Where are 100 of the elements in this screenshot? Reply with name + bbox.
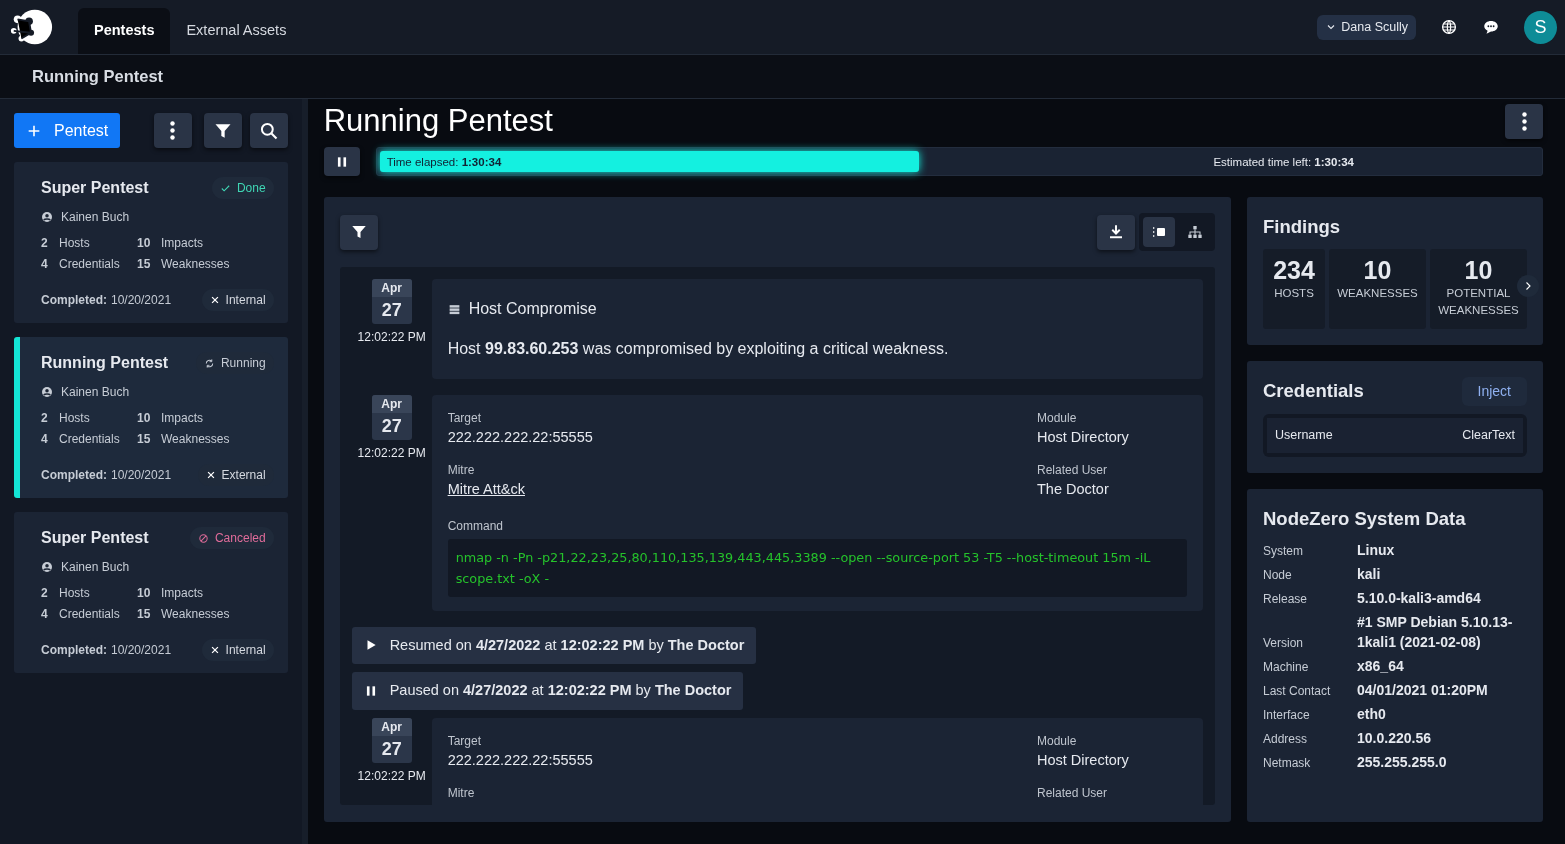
date-day: 27 [371,736,412,763]
owner-name: Kainen Buch [61,384,130,401]
panel-title: Findings [1263,215,1342,239]
count: 2 [41,410,49,427]
search-icon [258,120,279,141]
count: 4 [41,431,49,448]
inject-button[interactable]: Inject [1461,376,1527,406]
event-time: 12:02:22 PM [357,768,426,785]
owner-name: Kainen Buch [61,209,130,226]
server-icon [447,302,461,316]
cross-icon [209,645,220,655]
field-label: Command [447,517,504,535]
field-label: Target [447,410,482,427]
pentest-card[interactable]: Super Pentest Canceled Kainen Buch 2 Hosts 10 Impacts 4 Credentials 15 Weaknesses Completed: 10/20/2021 Internal [14,512,288,673]
stat-label: HOSTS [1273,285,1315,301]
cross-icon [205,470,216,480]
count-label: Hosts [59,235,90,252]
scope-chip: Internal [201,639,274,661]
stat-label: WEAKNESSES [1336,285,1419,301]
data-label: Interface [1263,707,1311,725]
pentest-card[interactable]: Running Pentest Running Kainen Buch 2 Hosts 10 Impacts 4 Credentials 15 Weaknesses Completed: 10/20/2021 External [14,337,288,498]
count: 4 [41,606,49,623]
completed-date: 10/20/2021 [111,292,172,309]
field-value: The Doctor [1037,479,1110,499]
avatar[interactable]: S [1524,10,1557,44]
data-label: Last Contact [1263,683,1332,701]
filter-button[interactable] [339,214,378,250]
count-label: Hosts [59,410,90,427]
field-value: 222.222.222.22:55555 [447,428,594,447]
pause-button[interactable] [323,147,360,176]
new-pentest-button[interactable]: Pentest [14,113,121,148]
mitre-link[interactable]: Mitre Att&ck [447,478,525,501]
more-button[interactable] [1505,103,1543,139]
date-month: Apr [371,279,412,297]
count-label: Weaknesses [161,431,230,448]
field-label: Module [1037,733,1078,750]
event-title: Host Compromise [468,299,597,319]
field-value: 222.222.222.22:55555 [447,751,594,770]
count-label: Credentials [59,256,120,273]
count: 4 [41,256,49,273]
ban-icon [197,532,209,544]
time-left: Estimated time left: 1:30:34 [1213,155,1354,170]
stat-value: 10 [1362,254,1393,285]
field-label: Target [447,733,482,750]
event-time: 12:02:22 PM [357,329,426,346]
count-label: Weaknesses [161,256,230,273]
download-icon [1107,223,1125,241]
field-label: Module [1037,410,1078,427]
data-label: Netmask [1263,755,1312,773]
stat-value: 234 [1272,254,1316,285]
pentest-title: Super Pentest [41,178,149,198]
user-icon [41,386,53,398]
data-value: 10.0.220.56 [1357,729,1432,749]
data-value: 04/01/2021 01:20PM [1357,681,1489,701]
field-value: Host Directory [1037,428,1130,447]
user-dropdown[interactable]: Dana Scully [1317,14,1416,40]
tree-icon [1187,224,1203,240]
count: 2 [41,585,49,602]
data-value: 255.255.255.0 [1357,753,1448,773]
count-label: Credentials [59,431,120,448]
list-view-button[interactable] [1143,217,1175,247]
nav-tab[interactable]: External Assets [170,8,303,54]
search-button[interactable] [249,113,288,148]
chat-icon[interactable] [1482,18,1500,36]
status-banner: Resumed on 4/27/2022 at 12:02:22 PM by The Doctor [351,626,757,665]
count-label: Weaknesses [161,606,230,623]
data-label: System [1263,543,1304,561]
data-label: Machine [1263,659,1310,677]
more-button[interactable] [153,113,192,148]
download-button[interactable] [1097,214,1135,250]
count: 15 [137,606,152,623]
command-text: nmap -n -Pn -p21,22,23,25,80,110,135,139,443,445,3389 --open --source-port 53 -T5 --host-timeout 15m -iL scope.txt -oX - [447,538,1187,597]
count-label: Impacts [161,410,203,427]
status-chip: Done [211,177,274,199]
completed-label: Completed: [41,292,107,309]
completed-date: 10/20/2021 [111,467,172,484]
completed-label: Completed: [41,642,107,659]
next-button[interactable] [1517,274,1539,297]
pentest-title: Super Pentest [41,528,149,548]
count: 10 [137,235,152,252]
pentest-card[interactable]: Super Pentest Done Kainen Buch 2 Hosts 10 Impacts 4 Credentials 15 Weaknesses Completed: 10/20/2021 Internal [14,162,288,323]
count-label: Credentials [59,606,120,623]
filter-button[interactable] [203,113,242,148]
user-icon [41,561,53,573]
date-month: Apr [371,718,412,736]
data-value: Linux [1357,541,1396,561]
completed-label: Completed: [41,467,107,484]
column-header: ClearText [1462,426,1515,444]
page-heading: Running Pentest [323,102,553,140]
count: 2 [41,235,49,252]
count-label: Impacts [161,585,203,602]
nav-tab[interactable]: Pentests [78,8,171,54]
refresh-icon [203,357,215,369]
globe-icon[interactable] [1440,18,1458,36]
user-icon [41,211,53,223]
pentest-title: Running Pentest [41,353,169,373]
check-icon [219,182,231,194]
data-label: Address [1263,731,1309,749]
page-title: Running Pentest [32,66,164,88]
date-month: Apr [371,395,412,413]
